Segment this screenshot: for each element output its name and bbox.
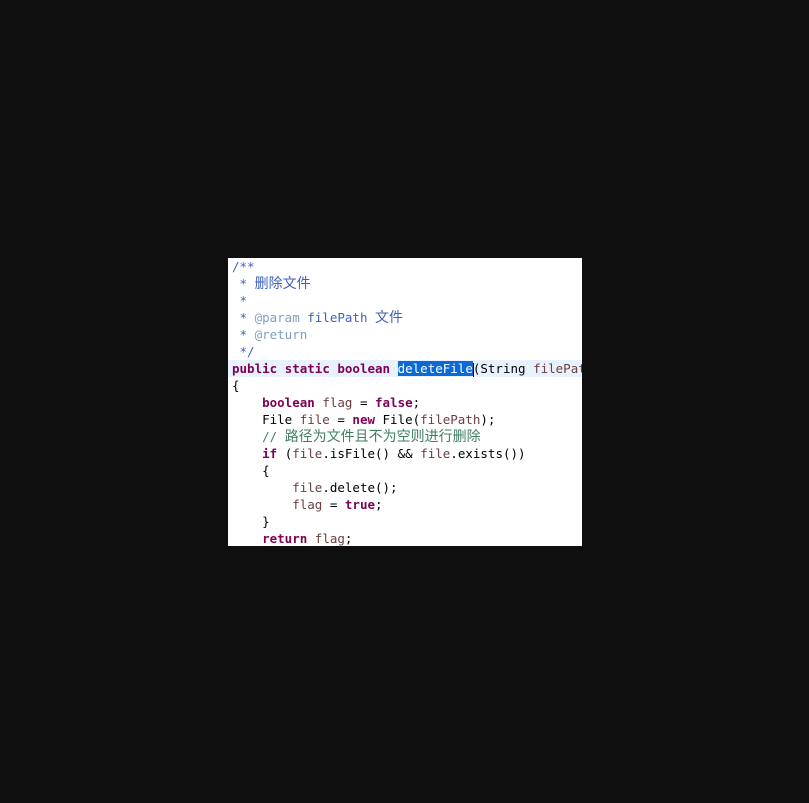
comment-description: 删除文件 [254, 276, 311, 292]
comment-blank: * [232, 293, 248, 308]
semicolon: ; [375, 497, 383, 512]
line-comment-marker: // [232, 429, 285, 444]
code-line-11: // 路径为文件且不为空则进行删除 [228, 428, 582, 445]
param-type: (String [472, 361, 534, 376]
keyword-true: true [344, 497, 376, 512]
close-paren: ); [480, 412, 496, 427]
keyword-static: static [284, 361, 330, 376]
keyword-boolean: boolean [262, 395, 315, 410]
selected-method-name[interactable]: deleteFile [397, 361, 473, 376]
code-editor[interactable]: /** * 删除文件 * * @param filePath 文件 * @ret… [228, 258, 582, 546]
var-file: file [299, 412, 330, 427]
comment-open: /** [232, 259, 255, 274]
code-line-14: file.delete(); [228, 479, 582, 496]
var-flag: flag [292, 497, 323, 512]
semicolon: ; [344, 531, 353, 546]
comment-prefix: * [232, 327, 255, 342]
javadoc-return-tag: @return [254, 327, 308, 342]
code-line-4: * @param filePath 文件 [228, 309, 582, 326]
comment-prefix: * [232, 310, 255, 325]
code-line-8: { [228, 377, 582, 394]
keyword-boolean: boolean [337, 361, 391, 376]
code-line-6: */ [228, 343, 582, 360]
code-line-10: File file = new File(filePath); [228, 411, 582, 428]
keyword-false: false [375, 395, 413, 410]
var-file: file [292, 480, 323, 495]
keyword-new: new [352, 412, 375, 427]
var-flag: flag [314, 531, 345, 546]
open-brace: { [232, 463, 270, 478]
javadoc-param-tag: @param [254, 310, 300, 325]
javadoc-param-name: filePath [299, 310, 375, 325]
code-line-5: * @return [228, 326, 582, 343]
code-line-7-current[interactable]: public static boolean deleteFile(String … [228, 360, 582, 377]
operator: = [352, 395, 376, 410]
keyword-if: if [262, 446, 278, 461]
operator: = [322, 497, 345, 512]
keyword-return: return [262, 531, 308, 546]
comment-close: */ [232, 344, 255, 359]
param-name: filePath) [533, 361, 582, 376]
method-call: .exists()) [450, 446, 526, 461]
constructor-call: File( [375, 412, 421, 427]
operator: = [329, 412, 353, 427]
open-paren: ( [277, 446, 293, 461]
code-line-15: flag = true; [228, 496, 582, 513]
var-filepath: filePath [420, 412, 481, 427]
line-comment-text: 路径为文件且不为空则进行删除 [284, 429, 481, 445]
code-line-13: { [228, 462, 582, 479]
code-line-1: /** [228, 258, 582, 275]
method-call: .delete(); [322, 480, 398, 495]
code-line-3: * [228, 292, 582, 309]
method-call: .isFile() && [322, 446, 421, 461]
var-file: file [292, 446, 323, 461]
open-brace: { [232, 378, 240, 393]
code-line-9: boolean flag = false; [228, 394, 582, 411]
comment-prefix: * [232, 276, 255, 291]
javadoc-param-desc: 文件 [375, 310, 403, 326]
close-brace: } [232, 514, 270, 529]
var-file: file [420, 446, 451, 461]
semicolon: ; [412, 395, 421, 410]
keyword-public: public [232, 361, 278, 376]
code-line-12: if (file.isFile() && file.exists()) [228, 445, 582, 462]
code-line-2: * 删除文件 [228, 275, 582, 292]
var-flag: flag [322, 395, 353, 410]
type-file: File [232, 412, 300, 427]
code-line-16: } [228, 513, 582, 530]
code-line-17: return flag; [228, 530, 582, 546]
